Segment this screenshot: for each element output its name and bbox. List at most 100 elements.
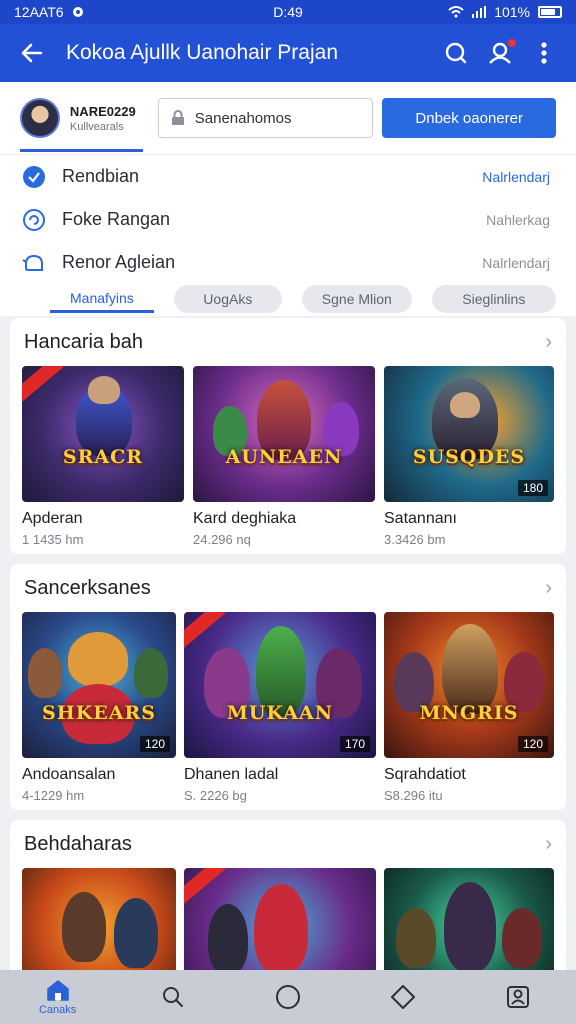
game-tile[interactable]: SHKEARS 120 Andoansalan 4-1229 hm <box>22 612 176 803</box>
game-thumbnail: AUNEAEN <box>193 366 375 502</box>
refresh-icon <box>22 208 46 232</box>
game-tile[interactable] <box>384 868 554 970</box>
search-icon <box>445 42 467 64</box>
game-name: Apderan <box>22 510 83 527</box>
chip[interactable]: Sgne Mlion <box>301 285 412 313</box>
list-item-value: Nahlerkag <box>486 211 550 228</box>
game-meta: 24.296 nq <box>193 532 251 547</box>
nav-home-label: Canaks <box>38 1004 77 1016</box>
game-meta: S. 2226 bg <box>184 788 247 803</box>
status-time-center: D:49 <box>273 4 303 20</box>
game-name: Dhanen ladal <box>184 766 279 783</box>
list-item-label: Renor Agleian <box>62 252 176 272</box>
game-thumbnail <box>22 868 176 970</box>
profile-subtitle: Kullvearals <box>69 120 124 133</box>
game-tile[interactable]: AUNEAEN Kard deghiaka 24.296 nq <box>193 366 375 547</box>
game-thumbnail <box>384 868 554 970</box>
chevron-right-icon[interactable]: › <box>545 331 552 354</box>
count-badge: 170 <box>339 736 370 752</box>
section-title: Behdaharas <box>24 832 132 855</box>
primary-action-button[interactable]: Dnbek oaonerer <box>382 98 556 138</box>
nav-search[interactable] <box>115 970 230 1024</box>
section-title: Hancaria bah <box>24 330 143 353</box>
bottom-navigation: Canaks <box>0 970 576 1024</box>
page-title: Kokoa Ajullk Uanohair Prajan <box>66 41 338 64</box>
profile-icon <box>507 986 530 1008</box>
list-item-value: Nalrlendarj <box>482 254 550 271</box>
notification-badge <box>508 39 516 47</box>
chip-active[interactable]: Manafyins <box>50 285 154 313</box>
game-name: Kard deghiaka <box>193 510 297 527</box>
notifications-button[interactable] <box>478 31 522 75</box>
game-meta: 4-1229 hm <box>22 788 85 803</box>
game-name: Sqrahdatiot <box>384 766 466 783</box>
nav-home[interactable]: Canaks <box>0 970 115 1024</box>
game-tile[interactable] <box>184 868 376 970</box>
circle-icon <box>276 985 300 1009</box>
search-button[interactable] <box>434 31 478 75</box>
filter-chips: Manafyins UogAks Sgne Mlion Sieglinlins <box>0 282 576 316</box>
chevron-right-icon[interactable]: › <box>545 833 552 856</box>
wifi-icon <box>448 6 464 18</box>
game-meta: S8.296 itu <box>384 788 443 803</box>
nav-profile[interactable] <box>461 970 576 1024</box>
status-bar: 12AAT6 D:49 101% <box>0 0 576 24</box>
profile-tab-indicator <box>20 149 143 152</box>
game-thumbnail <box>184 868 376 970</box>
game-logo: SUSQDES <box>412 446 526 468</box>
search-input[interactable]: Sanenahomos <box>157 98 374 138</box>
chip[interactable]: Sieglinlins <box>431 285 556 313</box>
list-item-label: Rendbian <box>62 166 140 186</box>
count-badge: 120 <box>139 736 170 752</box>
more-vertical-icon <box>541 42 547 64</box>
game-tile[interactable]: MNGRIS 120 Sqrahdatiot S8.296 itu <box>384 612 554 803</box>
game-name: Satannanı <box>384 510 457 527</box>
avatar[interactable] <box>20 98 60 138</box>
game-logo: AUNEAEN <box>225 446 343 468</box>
signal-icon <box>472 6 487 18</box>
chevron-right-icon[interactable]: › <box>545 577 552 600</box>
game-tile[interactable]: SRACR Apderan 1 1435 hm <box>22 366 184 547</box>
list-item-label: Foke Rangan <box>62 209 171 229</box>
nav-explore[interactable] <box>346 970 461 1024</box>
battery-percent: 101% <box>494 4 530 20</box>
home-icon <box>46 980 69 1001</box>
diamond-icon <box>391 985 416 1009</box>
back-button[interactable] <box>10 31 54 75</box>
game-name: Andoansalan <box>22 766 116 783</box>
list-item[interactable]: Rendbian Nalrlendarj <box>0 155 576 198</box>
game-logo: SHKEARS <box>42 702 156 724</box>
hand-icon <box>22 251 46 275</box>
game-logo: SRACR <box>62 446 144 468</box>
profile-info[interactable]: NARE0229 Kullvearals <box>70 104 150 133</box>
list-item[interactable]: Renor Agleian Nalrlendarj <box>0 241 576 284</box>
game-meta: 3.3426 bm <box>384 532 446 547</box>
game-tile[interactable]: MUKAAN 170 Dhanen ladal S. 2226 bg <box>184 612 376 803</box>
game-tile[interactable] <box>22 868 176 970</box>
list-item-value: Nalrlendarj <box>482 168 550 185</box>
section-card: Hancaria bah › SRACR Apderan 1 1435 hm A… <box>10 318 566 554</box>
status-time-left: 12AAT6 <box>14 4 64 20</box>
section-card: Behdaharas › <box>10 820 566 970</box>
search-placeholder: Sanenahomos <box>194 109 292 127</box>
nav-center[interactable] <box>230 970 345 1024</box>
game-thumbnail: MNGRIS 120 <box>384 612 554 758</box>
count-badge: 180 <box>517 480 548 496</box>
game-logo: MUKAAN <box>226 702 334 724</box>
arrow-left-icon <box>21 43 43 63</box>
section-card: Sancerksanes › SHKEARS 120 Andoansalan 4… <box>10 564 566 810</box>
chip[interactable]: UogAks <box>173 285 282 313</box>
game-thumbnail: SUSQDES 180 <box>384 366 554 502</box>
game-logo: MNGRIS <box>419 702 519 724</box>
lock-icon <box>171 110 184 125</box>
profile-name: NARE0229 <box>69 103 136 119</box>
search-icon <box>162 987 183 1007</box>
count-badge: 120 <box>517 736 548 752</box>
more-menu-button[interactable] <box>522 31 566 75</box>
game-thumbnail: SRACR <box>22 366 184 502</box>
profile-row: NARE0229 Kullvearals Sanenahomos Dnbek o… <box>0 82 576 154</box>
app-bar: Kokoa Ajullk Uanohair Prajan <box>0 24 576 82</box>
section-title: Sancerksanes <box>24 576 151 599</box>
list-item[interactable]: Foke Rangan Nahlerkag <box>0 198 576 241</box>
game-tile[interactable]: SUSQDES 180 Satannanı 3.3426 bm <box>384 366 554 547</box>
